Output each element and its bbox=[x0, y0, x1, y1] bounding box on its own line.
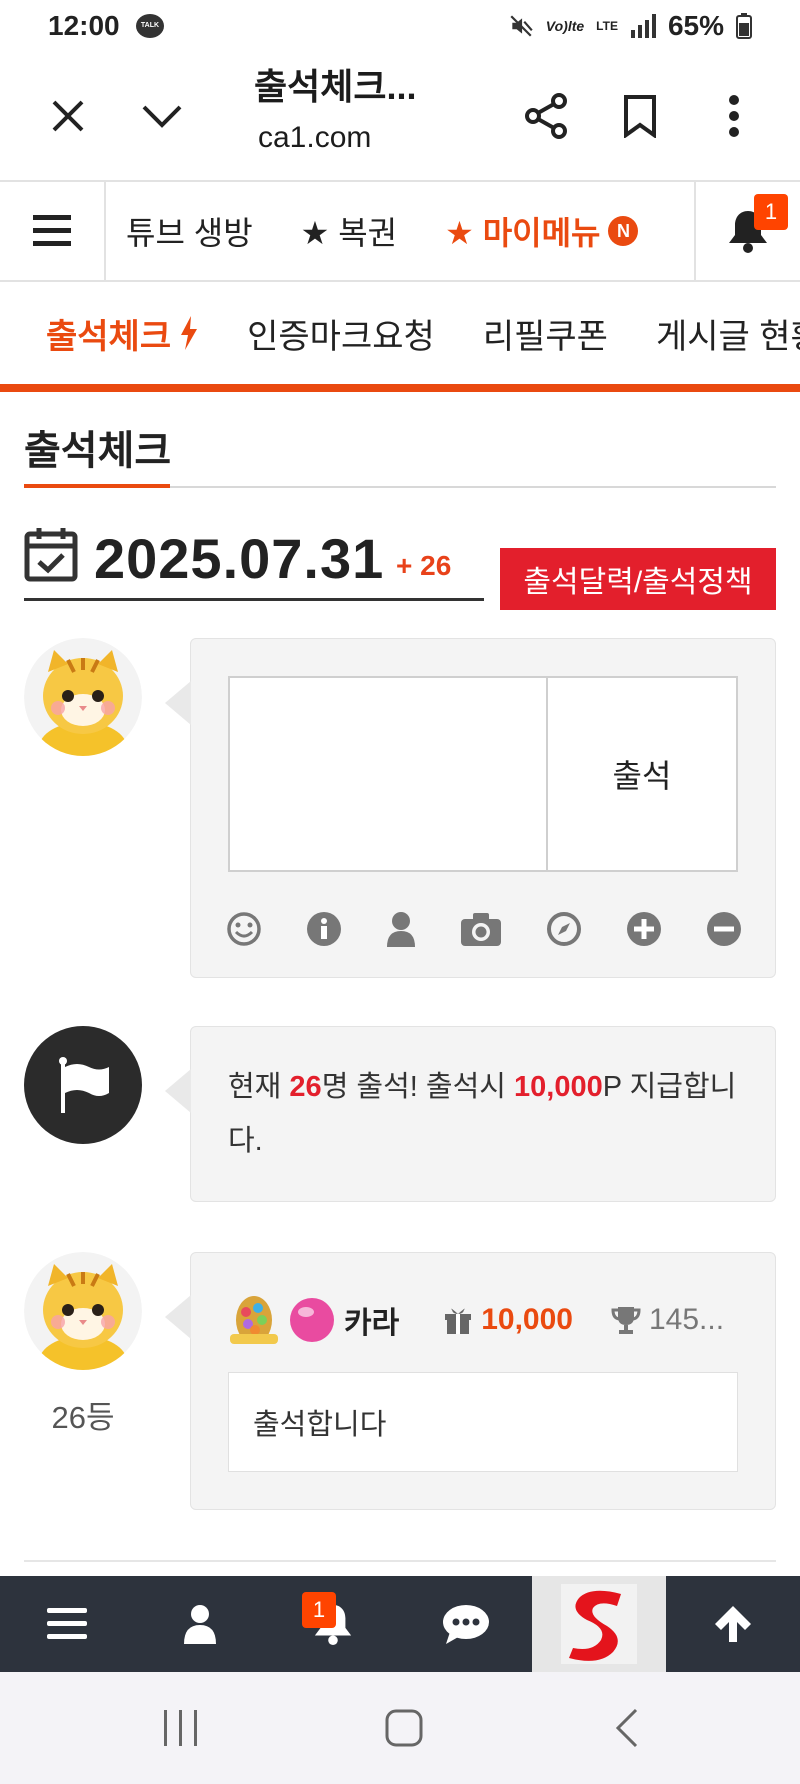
comment-reward: 10,000 bbox=[481, 1303, 573, 1336]
recent-apps-icon[interactable] bbox=[162, 1708, 200, 1753]
status-time: 12:00 bbox=[48, 10, 120, 41]
member-icon bbox=[290, 1298, 334, 1342]
notice-points: 10,000 bbox=[514, 1071, 603, 1103]
editor-toolbar bbox=[226, 904, 742, 954]
section-title: 출석체크 bbox=[24, 429, 172, 473]
more-vertical-icon[interactable] bbox=[714, 88, 754, 144]
flag-avatar bbox=[24, 1026, 142, 1144]
status-right: Vo)lte LTE 65% bbox=[508, 8, 752, 44]
home-icon[interactable] bbox=[384, 1708, 424, 1753]
nav-item-lottery[interactable]: ★ 복권 bbox=[301, 208, 397, 254]
tab-attendance[interactable]: 출석체크 bbox=[46, 309, 199, 358]
user-icon[interactable] bbox=[133, 1576, 266, 1672]
attendance-date: 2025.07.31 bbox=[94, 527, 385, 590]
notice-prefix: 현재 bbox=[228, 1071, 290, 1103]
attendance-textarea[interactable] bbox=[228, 676, 548, 872]
nav-item-tube[interactable]: 튜브 생방 bbox=[126, 208, 253, 254]
list-divider bbox=[24, 1560, 776, 1562]
my-menu-label: ★ 마이메뉴 bbox=[445, 215, 601, 251]
site-nav: 튜브 생방 ★ 복권 ★ 마이메뉴 N 1 bbox=[0, 180, 800, 282]
system-nav-bar bbox=[0, 1672, 800, 1784]
comment-text: 출석합니다 bbox=[228, 1372, 738, 1472]
attendance-notice: 현재 26명 출석! 출석시 10,000P 지급합니다. bbox=[228, 1060, 748, 1168]
status-bar: 12:00 TALK Vo)lte LTE 65% bbox=[0, 0, 800, 52]
volte-indicator: Vo)lte bbox=[545, 18, 585, 34]
attendance-rank: 26등 bbox=[51, 1400, 115, 1435]
attend-submit-button[interactable]: 출석 bbox=[548, 676, 738, 872]
plus-circle-icon[interactable] bbox=[626, 911, 662, 947]
chevron-down-icon[interactable] bbox=[134, 88, 190, 144]
bell-icon[interactable]: 1 bbox=[266, 1576, 399, 1672]
chat-icon[interactable] bbox=[399, 1576, 532, 1672]
comment-header: 카라 10,000 145... bbox=[228, 1290, 724, 1350]
bookmark-icon[interactable] bbox=[612, 88, 668, 144]
tab-refill-coupon[interactable]: 리필쿠폰 bbox=[483, 309, 608, 358]
info-icon[interactable] bbox=[306, 911, 342, 947]
avatar bbox=[24, 638, 142, 756]
notification-button[interactable]: 1 bbox=[694, 182, 800, 280]
compass-icon[interactable] bbox=[546, 911, 582, 947]
bottom-bar: 1 bbox=[0, 1576, 800, 1672]
back-icon[interactable] bbox=[614, 1708, 640, 1753]
mute-icon bbox=[510, 15, 533, 37]
site-menu: 튜브 생방 ★ 복권 ★ 마이메뉴 N bbox=[106, 182, 694, 280]
section-title-underline bbox=[24, 484, 170, 488]
notification-count: 1 bbox=[754, 194, 788, 230]
comment-avatar[interactable] bbox=[24, 1252, 142, 1370]
url-text[interactable]: ca1.com bbox=[258, 121, 371, 155]
trophy-icon bbox=[611, 1307, 641, 1334]
level-badge-icon bbox=[230, 1296, 278, 1344]
smile-icon[interactable] bbox=[226, 911, 262, 947]
site-logo[interactable] bbox=[532, 1576, 666, 1672]
minus-circle-icon[interactable] bbox=[706, 911, 742, 947]
flag-icon bbox=[59, 1057, 109, 1113]
close-icon[interactable] bbox=[40, 88, 96, 144]
battery-icon bbox=[736, 13, 752, 39]
sub-tabs: 출석체크 인증마크요청 리필쿠폰 게시글 현황 bbox=[0, 282, 800, 392]
bottom-notification-count: 1 bbox=[302, 1592, 336, 1628]
notice-middle: 명 출석! 출석시 bbox=[321, 1071, 514, 1103]
comment-nickname[interactable]: 카라 bbox=[344, 1298, 399, 1342]
attendance-count-delta: + 26 bbox=[396, 550, 452, 581]
menu-icon[interactable] bbox=[0, 1576, 133, 1672]
lte-indicator: LTE bbox=[596, 19, 618, 33]
attendance-policy-button[interactable]: 출석달력/출석정책 bbox=[500, 548, 776, 610]
tab-cert-mark[interactable]: 인증마크요청 bbox=[247, 309, 435, 358]
menu-icon[interactable] bbox=[0, 182, 106, 280]
nav-item-my-menu[interactable]: ★ 마이메뉴 N bbox=[445, 208, 639, 254]
notice-count: 26 bbox=[289, 1071, 322, 1103]
tab-post-status[interactable]: 게시글 현황 bbox=[656, 309, 800, 358]
browser-toolbar: 출석체크... ca1.com bbox=[0, 52, 800, 180]
date-underline bbox=[24, 598, 484, 601]
kakaotalk-icon: TALK bbox=[136, 14, 164, 38]
tab-attendance-label: 출석체크 bbox=[46, 317, 172, 356]
gift-icon bbox=[445, 1308, 472, 1334]
arrow-up-icon[interactable] bbox=[666, 1576, 800, 1672]
new-badge: N bbox=[608, 216, 639, 246]
battery-percent: 65% bbox=[667, 10, 724, 41]
user-icon[interactable] bbox=[386, 911, 416, 947]
signal-icon bbox=[630, 14, 656, 38]
camera-icon[interactable] bbox=[460, 911, 502, 947]
page-title: 출석체크... bbox=[254, 66, 417, 107]
calendar-icon bbox=[24, 526, 78, 587]
lightning-icon bbox=[181, 316, 198, 350]
comment-trophy-count: 145... bbox=[648, 1303, 725, 1336]
share-icon[interactable] bbox=[516, 88, 576, 144]
